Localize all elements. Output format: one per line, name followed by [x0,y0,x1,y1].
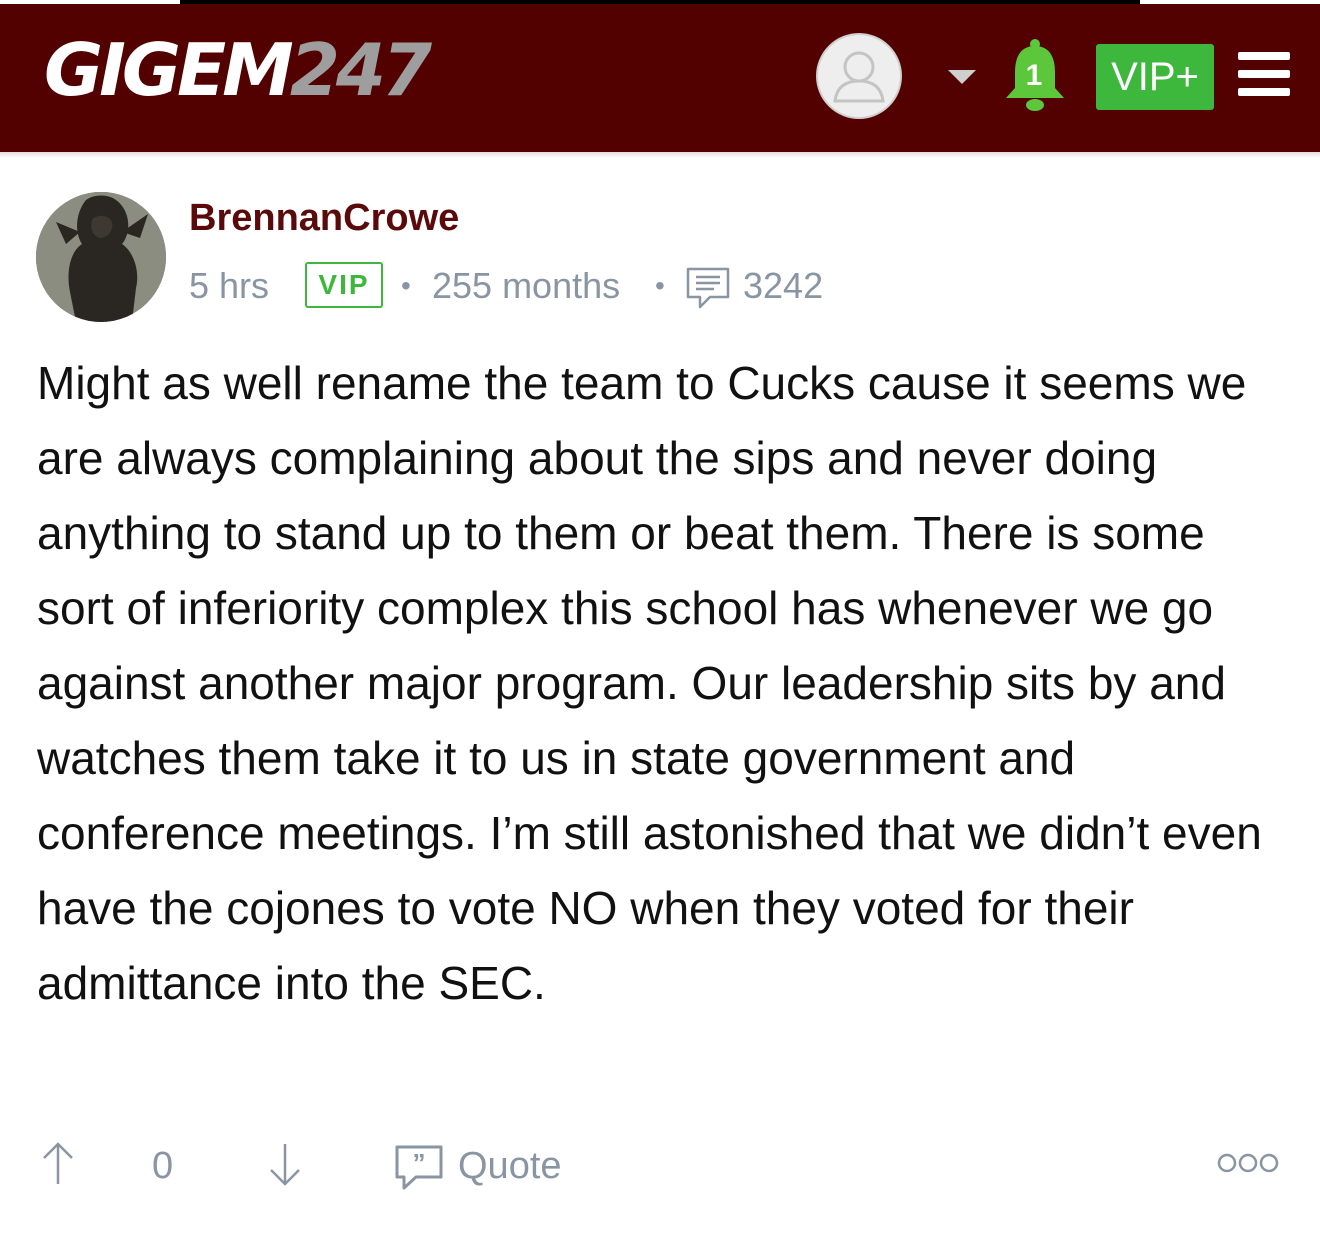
post-time: 5 hrs [189,265,270,306]
user-avatar-icon [833,51,885,103]
meta-separator: • [655,270,665,301]
site-logo[interactable]: GIGEM247 [44,28,432,112]
post-count: 3242 [743,265,824,306]
arrow-down-icon[interactable] [267,1140,303,1188]
arrow-up-icon[interactable] [40,1140,76,1188]
posts-count-icon [686,267,730,309]
more-options-icon[interactable] [1216,1152,1280,1174]
vip-badge: VIP [305,262,383,308]
quote-label: Quote [458,1145,562,1187]
user-avatar-button[interactable] [816,33,902,119]
svg-text:”: ” [413,1148,426,1178]
vote-count: 0 [152,1145,174,1187]
header-shadow [0,152,1320,158]
logo-secondary: 247 [289,28,432,112]
post-actions: 0 ” Quote [0,1136,1320,1196]
vip-plus-button[interactable]: VIP+ [1096,44,1214,110]
notification-count: 1 [1025,59,1043,92]
logo-primary: GIGEM [44,28,294,112]
hamburger-menu-icon[interactable] [1238,52,1290,96]
quote-button[interactable]: ” Quote [394,1136,584,1196]
chevron-down-icon[interactable] [948,70,976,84]
meta-separator: • [401,270,411,301]
membership-duration: 255 months [432,265,621,306]
post-body: Might as well rename the team to Cucks c… [37,357,1262,1009]
quote-icon: ” [395,1145,443,1190]
post-author-avatar[interactable] [36,192,166,322]
post-username[interactable]: BrennanCrowe [189,196,459,240]
avatar-photo [36,192,166,322]
